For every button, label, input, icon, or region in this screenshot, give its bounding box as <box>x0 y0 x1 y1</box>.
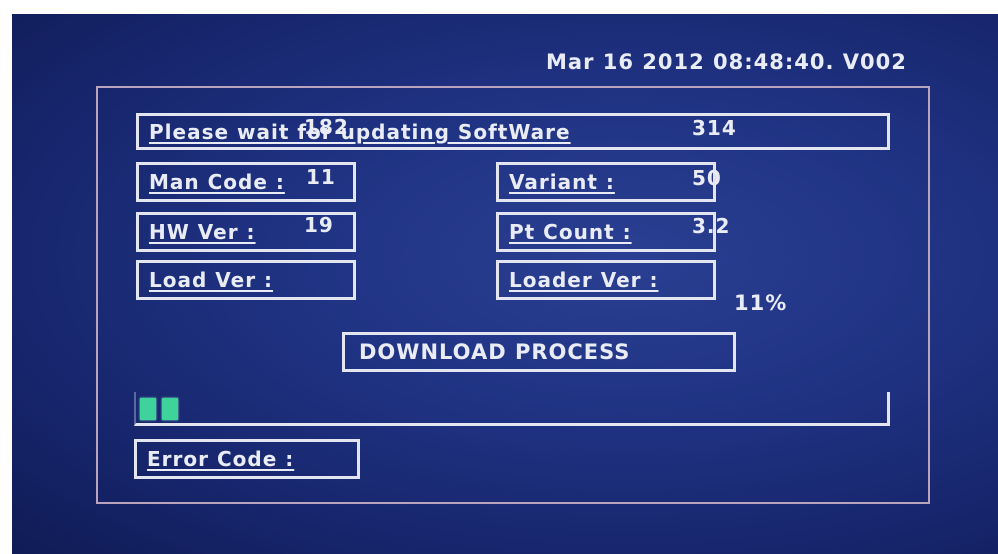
load-ver-value: 19 <box>304 213 334 237</box>
variant-label-box: Variant : <box>496 162 716 202</box>
man-code-value: 182 <box>304 115 349 139</box>
hw-ver-value: 11 <box>306 165 336 189</box>
timestamp-version: Mar 16 2012 08:48:40. V002 <box>546 50 907 74</box>
loader-ver-value: 3.2 <box>692 214 731 238</box>
error-code-label: Error Code : <box>147 447 295 471</box>
progress-fill <box>140 398 891 420</box>
update-panel: Please wait for updating SoftWare Man Co… <box>96 86 930 504</box>
variant-value: 314 <box>692 116 737 140</box>
loader-ver-label-box: Loader Ver : <box>496 260 716 300</box>
loader-ver-label: Loader Ver : <box>509 268 659 292</box>
man-code-label: Man Code : <box>149 170 285 194</box>
firmware-update-screen: Mar 16 2012 08:48:40. V002 Please wait f… <box>12 14 998 554</box>
pt-count-label: Pt Count : <box>509 220 632 244</box>
load-ver-label-box: Load Ver : <box>136 260 356 300</box>
status-message-box: Please wait for updating SoftWare <box>136 113 890 150</box>
hw-ver-label: HW Ver : <box>149 220 256 244</box>
status-message: Please wait for updating SoftWare <box>149 119 571 144</box>
error-code-box: Error Code : <box>134 439 360 479</box>
variant-label: Variant : <box>509 170 615 194</box>
download-process-label: DOWNLOAD PROCESS <box>359 340 631 364</box>
load-ver-label: Load Ver : <box>149 268 274 292</box>
pt-count-value: 50 <box>692 166 722 190</box>
progress-block <box>162 398 178 420</box>
pt-count-label-box: Pt Count : <box>496 212 716 252</box>
download-progress-bar <box>134 392 890 426</box>
download-process-box: DOWNLOAD PROCESS <box>342 332 736 372</box>
progress-block <box>140 398 156 420</box>
progress-percent: 11% <box>734 291 788 315</box>
